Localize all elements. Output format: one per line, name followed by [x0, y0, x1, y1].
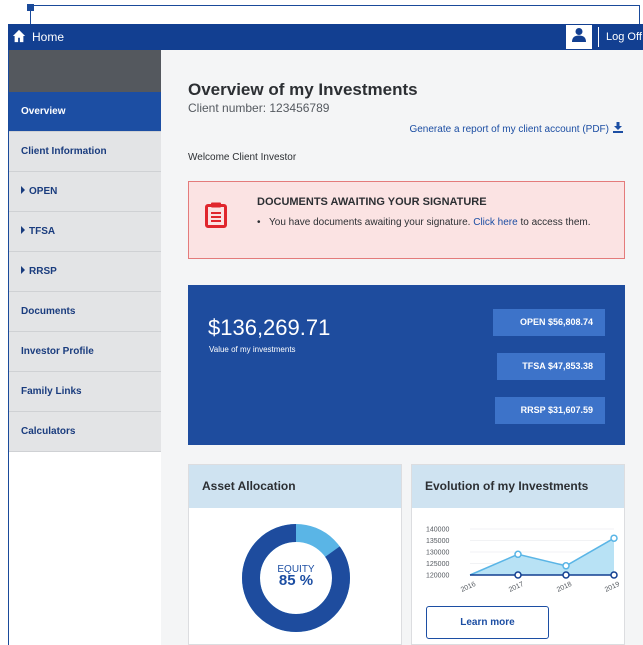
asset-allocation-card: Asset Allocation EQUITY 85 % [188, 464, 402, 645]
bullet: • [257, 217, 261, 228]
top-bar: Home Log Off [8, 24, 643, 50]
donut-center-label: EQUITY 85 % [241, 564, 351, 589]
data-point [610, 571, 618, 579]
caret-right-icon [21, 266, 25, 274]
sidebar-item-overview[interactable]: Overview [9, 92, 170, 132]
sidebar-header [9, 50, 161, 92]
alert-message: • You have documents awaiting your signa… [257, 216, 607, 229]
sidebar-item-label: Overview [21, 106, 66, 117]
data-point [514, 550, 522, 559]
welcome-message: Welcome Client Investor [188, 152, 297, 163]
learn-more-button[interactable]: Learn more [426, 606, 549, 639]
sidebar-item-label: Client Information [21, 146, 107, 157]
data-point [562, 571, 570, 579]
evolution-card: Evolution of my Investments 140000 135000… [411, 464, 625, 645]
data-point [610, 534, 618, 542]
alert-text-after: to access them. [520, 217, 591, 228]
page-title: Overview of my Investments [188, 80, 418, 99]
clipboard-icon [205, 202, 227, 228]
y-tick-label: 130000 [426, 550, 449, 557]
open-account-button[interactable]: OPEN $56,808.74 [493, 309, 605, 336]
card-title: Evolution of my Investments [412, 465, 624, 508]
sidebar-item-label: Documents [21, 306, 76, 317]
y-tick-label: 125000 [426, 561, 449, 568]
sidebar-item-label: Calculators [21, 426, 76, 437]
data-point [562, 562, 570, 570]
total-value-label: Value of my investments [209, 345, 296, 354]
x-tick-label: 2016 [460, 581, 477, 594]
caret-right-icon [21, 186, 25, 194]
generate-report-link[interactable]: Generate a report of my client account (… [409, 122, 623, 136]
data-point [514, 571, 522, 579]
frame-line [639, 5, 640, 25]
y-tick-label: 140000 [426, 527, 449, 534]
y-tick-label: 135000 [426, 538, 449, 545]
report-link-label: Generate a report of my client account (… [409, 123, 609, 135]
user-icon [572, 27, 586, 48]
tfsa-account-button[interactable]: TFSA $47,853.38 [497, 353, 605, 380]
sidebar-item-label: RRSP [29, 266, 57, 277]
card-title: Asset Allocation [189, 465, 401, 508]
frame-marker [27, 4, 34, 11]
x-tick-label: 2017 [508, 581, 525, 594]
home-link[interactable]: Home [12, 24, 64, 50]
x-tick-label: 2018 [556, 581, 573, 594]
sidebar-item-open[interactable]: OPEN [9, 172, 161, 212]
click-here-link[interactable]: Click here [473, 217, 517, 228]
sidebar-item-calculators[interactable]: Calculators [9, 412, 161, 452]
rrsp-account-button[interactable]: RRSP $31,607.59 [495, 397, 605, 424]
sidebar-item-tfsa[interactable]: TFSA [9, 212, 161, 252]
user-button[interactable] [566, 25, 592, 49]
sidebar-item-label: TFSA [29, 226, 56, 237]
frame-line [30, 5, 640, 6]
sidebar-item-investor-profile[interactable]: Investor Profile [9, 332, 161, 372]
home-label: Home [32, 30, 65, 44]
investment-value-panel: $136,269.71 Value of my investments OPEN… [188, 285, 625, 445]
client-number: Client number: 123456789 [188, 101, 330, 115]
main-content: Overview of my Investments Client number… [161, 50, 643, 645]
sidebar-item-label: OPEN [29, 186, 58, 197]
signature-alert: DOCUMENTS AWAITING YOUR SIGNATURE • You … [188, 181, 625, 259]
caret-right-icon [21, 226, 25, 234]
evolution-chart: 140000 135000 130000 125000 120000 2016 2017 20… [426, 527, 619, 594]
equity-percent: 85 % [278, 572, 314, 589]
x-tick-label: 2019 [604, 581, 619, 594]
home-icon [12, 29, 26, 46]
sidebar-item-client-information[interactable]: Client Information [9, 132, 161, 172]
y-tick-label: 120000 [426, 573, 449, 580]
alert-title: DOCUMENTS AWAITING YOUR SIGNATURE [257, 196, 487, 208]
alert-text-before: You have documents awaiting your signatu… [269, 217, 471, 228]
download-icon [613, 122, 623, 136]
logoff-link[interactable]: Log Off [606, 24, 642, 50]
divider [598, 27, 599, 47]
sidebar-item-rrsp[interactable]: RRSP [9, 252, 161, 292]
total-value: $136,269.71 [208, 315, 331, 340]
area-fill [470, 538, 614, 575]
sidebar-item-label: Investor Profile [21, 346, 94, 357]
sidebar: Overview Client Information OPEN TFSA RR… [9, 50, 170, 452]
sidebar-item-family-links[interactable]: Family Links [9, 372, 161, 412]
sidebar-item-label: Family Links [21, 386, 82, 397]
sidebar-item-documents[interactable]: Documents [9, 292, 161, 332]
